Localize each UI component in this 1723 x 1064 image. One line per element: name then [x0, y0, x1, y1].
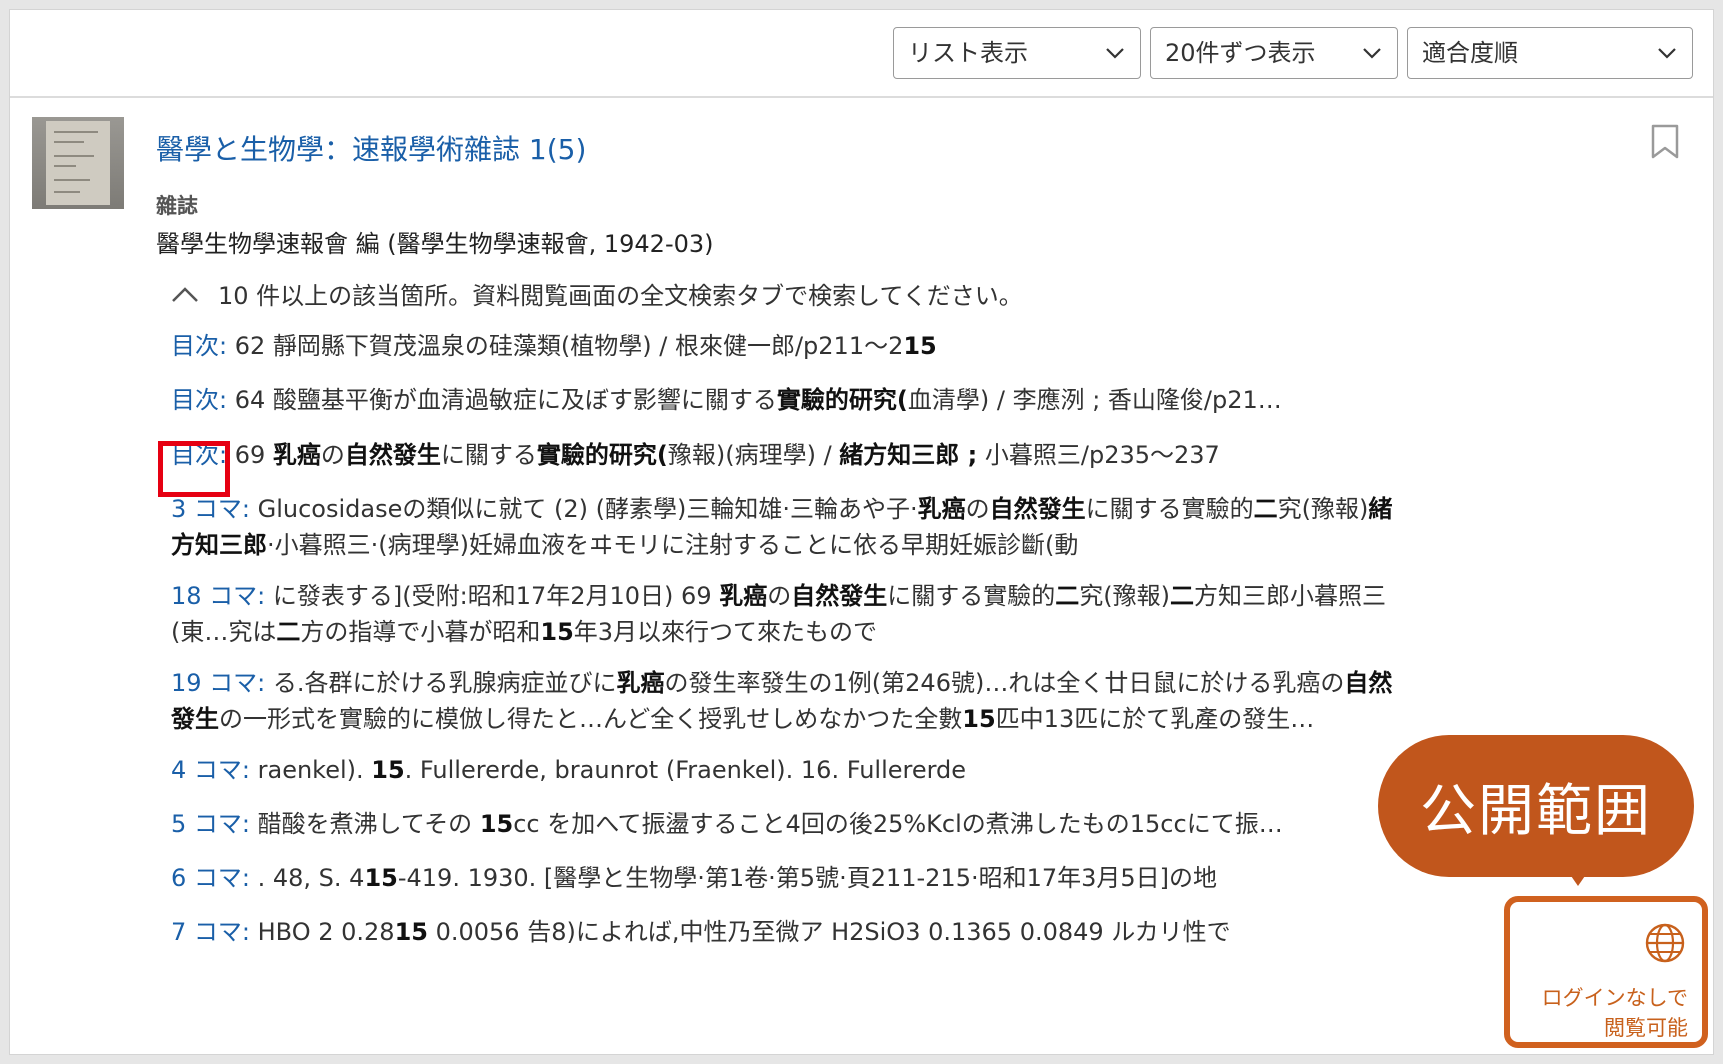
hit-item: 4 コマ: raenkel). 15. Fullererde, braunrot…	[171, 756, 967, 784]
per-page-value: 20件ずつ表示	[1165, 39, 1316, 67]
hit-link[interactable]: 4 コマ:	[171, 756, 250, 784]
hit-link[interactable]: 目次:	[171, 332, 227, 360]
hit-item: 18 コマ: に發表する](受附:昭和17年2月10日) 69 乳癌の自然發生に…	[171, 582, 1386, 646]
chevron-down-icon	[1656, 28, 1678, 78]
item-type: 雜誌	[156, 194, 198, 218]
item-title-link[interactable]: 醫學と生物學：速報學術雜誌 1(5)	[156, 128, 586, 168]
access-line-2: 閲覧可能	[1604, 1016, 1688, 1040]
hit-item: 目次: 62 靜岡縣下賀茂溫泉の硅藻類(植物學) / 根來健一郎/p211〜21…	[171, 332, 937, 360]
hit-link[interactable]: 3 コマ:	[171, 495, 250, 523]
access-line-1: ログインなしで	[1541, 986, 1688, 1010]
hit-item: 3 コマ: Glucosidaseの類似に就て (2) (酵素學)三輪知雄·三輪…	[171, 495, 1393, 559]
view-mode-select[interactable]: リスト表示	[893, 27, 1141, 79]
hits-toggle[interactable]: 10 件以上の該当箇所。資料閲覧画面の全文検索タブで検索してください。	[170, 276, 1023, 311]
hits-notice: 10 件以上の該当箇所。資料閲覧画面の全文検索タブで検索してください。	[218, 282, 1023, 310]
hit-item: 6 コマ: . 48, S. 415-419. 1930. [醫學と生物學·第1…	[171, 864, 1218, 892]
chevron-down-icon	[1104, 28, 1126, 78]
hit-item: 目次: 64 酸鹽基平衡が血清過敏症に及ぼす影響に關する實驗的研究(血清學) /…	[171, 386, 1282, 414]
chevron-up-icon	[172, 286, 198, 302]
chevron-down-icon	[1361, 28, 1383, 78]
hit-item: 19 コマ: る.各群に於ける乳腺病症並びに乳癌の發生率發生の1例(第246號)…	[171, 669, 1393, 733]
hit-item: 目次: 69 乳癌の自然發生に關する實驗的研究(豫報)(病理學) / 緒方知三郎…	[171, 441, 1220, 469]
hit-item: 5 コマ: 醋酸を煮沸してその 15cc を加へて振盪すること4回の後25%Kc…	[171, 810, 1283, 838]
hit-link[interactable]: 5 コマ:	[171, 810, 250, 838]
hit-link[interactable]: 19 コマ:	[171, 669, 265, 697]
sort-select[interactable]: 適合度順	[1407, 27, 1693, 79]
item-author: 醫學生物學速報會 編 (醫學生物學速報會, 1942-03)	[156, 230, 714, 258]
access-badge: ログインなしで 閲覧可能	[1504, 896, 1708, 1048]
hit-link[interactable]: 6 コマ:	[171, 864, 250, 892]
callout-label: 公開範囲	[1420, 778, 1652, 844]
result-toolbar: リスト表示 20件ずつ表示 適合度順	[10, 10, 1713, 98]
per-page-select[interactable]: 20件ずつ表示	[1150, 27, 1398, 79]
bookmark-icon[interactable]	[1650, 124, 1680, 160]
item-thumbnail[interactable]	[32, 117, 124, 209]
results-panel: リスト表示 20件ずつ表示 適合度順 醫學と生物學：速報學術雜誌 1(5) 雜誌…	[9, 9, 1714, 1055]
globe-icon	[1645, 923, 1685, 963]
hit-item: 7 コマ: HBO 2 0.2815 0.0056 告8)によれば,中性乃至微ア…	[171, 918, 1231, 946]
sort-value: 適合度順	[1422, 39, 1518, 67]
highlight-box	[158, 441, 230, 497]
hit-link[interactable]: 目次:	[171, 386, 227, 414]
hit-link[interactable]: 18 コマ:	[171, 582, 265, 610]
view-mode-value: リスト表示	[908, 39, 1028, 67]
hit-link[interactable]: 7 コマ:	[171, 918, 250, 946]
